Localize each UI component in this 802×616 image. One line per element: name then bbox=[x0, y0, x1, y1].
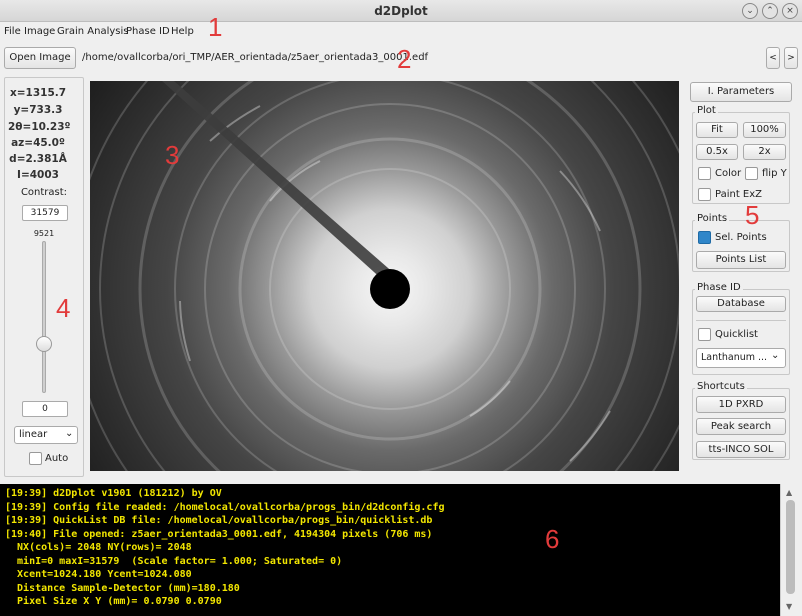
chevron-down-icon: ⌄ bbox=[771, 350, 780, 361]
intensity-value: I=4003 bbox=[17, 169, 59, 181]
prev-image-button[interactable]: < bbox=[766, 47, 780, 69]
annotation-2: 2 bbox=[397, 44, 412, 74]
chevron-up-icon[interactable]: ⌃ bbox=[762, 3, 778, 19]
two-theta-value: 2θ=10.23º bbox=[8, 121, 71, 133]
contrast-min-field[interactable]: 0 bbox=[22, 401, 68, 417]
console-scrollbar[interactable]: ▲ ▼ bbox=[780, 484, 802, 616]
close-icon[interactable]: × bbox=[782, 3, 798, 19]
quicklist-checkbox[interactable] bbox=[698, 328, 711, 341]
instrument-parameters-button[interactable]: I. Parameters bbox=[690, 82, 792, 102]
scroll-down-icon[interactable]: ▼ bbox=[786, 602, 792, 611]
chevron-down-icon[interactable]: ⌄ bbox=[742, 3, 758, 19]
annotation-4: 4 bbox=[56, 293, 71, 323]
zoom-100-button[interactable]: 100% bbox=[743, 122, 786, 138]
next-image-button[interactable]: > bbox=[784, 47, 798, 69]
d-spacing-value: d=2.381Å bbox=[9, 153, 67, 165]
menu-image[interactable]: Image bbox=[24, 26, 55, 37]
open-image-button[interactable]: Open Image bbox=[4, 47, 76, 69]
paint-exz-checkbox[interactable] bbox=[698, 188, 711, 201]
contrast-label: Contrast: bbox=[20, 187, 68, 198]
window-title: d2Dplot bbox=[374, 4, 428, 18]
scroll-up-icon[interactable]: ▲ bbox=[786, 488, 792, 497]
chevron-down-icon: ⌄ bbox=[65, 428, 74, 439]
pxrd-button[interactable]: 1D PXRD bbox=[696, 396, 786, 413]
color-label: Color bbox=[715, 168, 742, 179]
annotation-3: 3 bbox=[165, 140, 180, 170]
log-line: [19:40] File opened: z5aer_orientada3_00… bbox=[5, 528, 433, 540]
zoom-double-button[interactable]: 2x bbox=[743, 144, 786, 160]
fit-button[interactable]: Fit bbox=[696, 122, 738, 138]
x-coordinate: x=1315.7 bbox=[9, 87, 67, 99]
lanthanum-select-value: Lanthanum ... bbox=[701, 352, 768, 363]
zoom-half-button[interactable]: 0.5x bbox=[696, 144, 738, 160]
divider bbox=[696, 320, 786, 321]
log-line: minI=0 maxI=31579 (Scale factor= 1.000; … bbox=[5, 555, 343, 567]
paint-exz-label: Paint ExZ bbox=[715, 189, 763, 200]
annotation-1: 1 bbox=[208, 12, 223, 42]
sel-points-checkbox[interactable] bbox=[698, 231, 711, 244]
title-bar: d2Dplot ⌄ ⌃ × bbox=[0, 0, 802, 22]
log-line: [19:39] QuickList DB file: /homelocal/ov… bbox=[5, 515, 433, 526]
plot-group-title: Plot bbox=[695, 105, 718, 116]
scale-select[interactable]: linear ⌄ bbox=[14, 426, 78, 444]
peak-search-button[interactable]: Peak search bbox=[696, 418, 786, 435]
scale-select-value: linear bbox=[19, 429, 48, 440]
menu-bar: File Image Grain Analysis Phase ID Help bbox=[0, 22, 802, 42]
contrast-max-field[interactable]: 31579 bbox=[22, 205, 68, 221]
slider-max-label: 9521 bbox=[33, 229, 55, 238]
log-line: [19:39] d2Dplot v1901 (181212) by OV bbox=[5, 488, 222, 499]
database-button[interactable]: Database bbox=[696, 296, 786, 312]
azimuth-value: az=45.0º bbox=[11, 137, 65, 149]
menu-phase-id[interactable]: Phase ID bbox=[126, 26, 170, 37]
quicklist-label: Quicklist bbox=[715, 329, 758, 340]
auto-checkbox[interactable] bbox=[29, 452, 42, 465]
color-checkbox[interactable] bbox=[698, 167, 711, 180]
sel-points-label: Sel. Points bbox=[715, 232, 767, 243]
shortcuts-group-title: Shortcuts bbox=[695, 381, 747, 392]
log-line: Xcent=1024.180 Ycent=1024.080 bbox=[5, 569, 192, 580]
scrollbar-thumb[interactable] bbox=[786, 500, 795, 594]
flip-y-checkbox[interactable] bbox=[745, 167, 758, 180]
lanthanum-select[interactable]: Lanthanum ... ⌄ bbox=[696, 348, 786, 368]
log-line: [19:39] Config file readed: /homelocal/o… bbox=[5, 501, 445, 513]
menu-grain-analysis[interactable]: Grain Analysis bbox=[57, 26, 128, 37]
menu-file[interactable]: File bbox=[4, 26, 21, 37]
contrast-slider-track[interactable] bbox=[42, 241, 46, 393]
log-line: Distance Sample-Detector (mm)=180.180 bbox=[5, 582, 240, 594]
points-list-button[interactable]: Points List bbox=[696, 251, 786, 269]
auto-label: Auto bbox=[45, 453, 69, 464]
log-console[interactable]: [19:39] d2Dplot v1901 (181212) by OV [19… bbox=[0, 484, 780, 616]
flip-y-label: flip Y bbox=[762, 168, 787, 179]
log-line: NX(cols)= 2048 NY(rows)= 2048 bbox=[5, 542, 192, 553]
annotation-5: 5 bbox=[745, 200, 760, 230]
annotation-6: 6 bbox=[545, 524, 560, 554]
file-path: /home/ovallcorba/ori_TMP/AER_orientada/z… bbox=[82, 52, 429, 63]
y-coordinate: y=733.3 bbox=[13, 104, 63, 116]
phase-id-group-title: Phase ID bbox=[695, 282, 743, 293]
tts-inco-sol-button[interactable]: tts-INCO SOL bbox=[696, 441, 786, 458]
points-group-title: Points bbox=[695, 213, 730, 224]
log-line: Pixel Size X Y (mm)= 0.0790 0.0790 bbox=[5, 596, 222, 607]
menu-help[interactable]: Help bbox=[171, 26, 194, 37]
